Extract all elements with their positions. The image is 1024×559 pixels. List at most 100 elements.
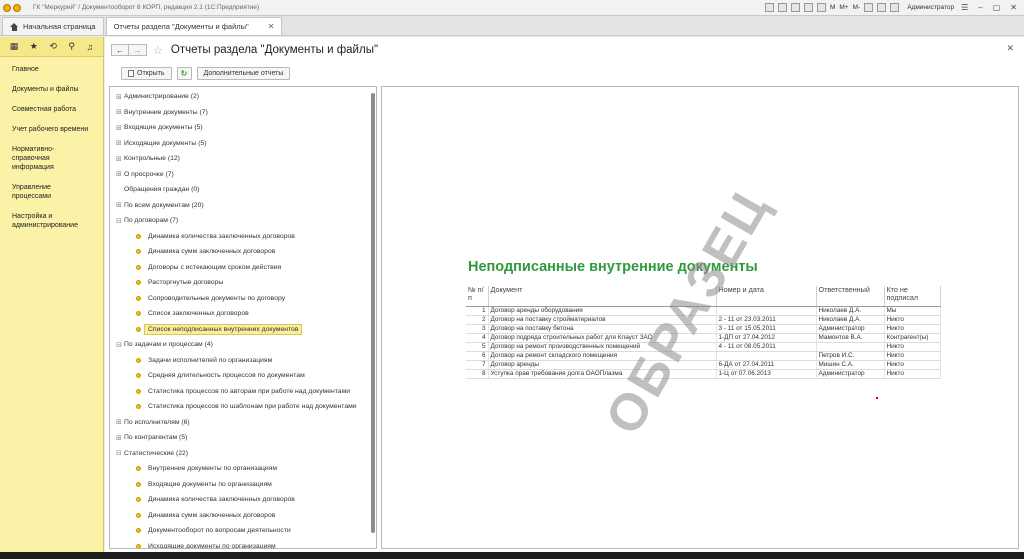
cell-responsible: Николаев Д.А.: [816, 315, 885, 325]
tree-report[interactable]: Статистика процессов по авторам при рабо…: [110, 384, 372, 400]
close-tab-icon[interactable]: ✕: [268, 22, 275, 31]
sidebar-item-main[interactable]: Главное: [0, 62, 103, 77]
sidebar-item-time-tracking[interactable]: Учет рабочего времени: [0, 122, 103, 137]
tree-report[interactable]: Расторгнутые договоры: [110, 275, 372, 291]
close-form-icon[interactable]: ✕: [1006, 43, 1014, 54]
tree-report[interactable]: Сопроводительные документы по договору: [110, 291, 372, 307]
expand-icon[interactable]: ⊞: [116, 434, 124, 442]
open-button-label: Открыть: [137, 70, 165, 77]
expand-icon[interactable]: ⊞: [116, 108, 124, 116]
tree-report-selected[interactable]: Список неподписанных внутренних документ…: [110, 322, 372, 338]
tree-group[interactable]: ⊞ Входящие документы (5): [110, 120, 372, 136]
collapse-icon[interactable]: ⊟: [116, 449, 124, 457]
add-favorite-star-icon[interactable]: ☆: [153, 44, 163, 57]
calculator-icon[interactable]: [816, 3, 826, 12]
expand-icon[interactable]: ⊞: [116, 93, 124, 101]
apps-grid-icon[interactable]: ▦: [10, 41, 19, 52]
calendar-icon[interactable]: [803, 3, 813, 12]
tree-group[interactable]: Обращения граждан (0): [110, 182, 372, 198]
tree-report[interactable]: Динамика сумм заключенных договоров: [110, 244, 372, 260]
reports-tree-panel[interactable]: ⊞ Администрирование (2) ⊞ Внутренние докуме…: [109, 86, 377, 549]
tree-report[interactable]: Список заключенных договоров: [110, 306, 372, 322]
notifications-bell-icon[interactable]: ♫: [86, 42, 93, 52]
memory-mplus-icon[interactable]: M+: [839, 4, 848, 11]
cell-responsible: Николаев Д.А.: [816, 306, 885, 316]
info-icon[interactable]: [877, 3, 887, 12]
tab-home[interactable]: Начальная страница: [2, 17, 104, 35]
tree-item-label: Список неподписанных внутренних документ…: [144, 323, 303, 335]
tree-group[interactable]: ⊞ Исходящие документы (5): [110, 136, 372, 152]
minimize-icon[interactable]: –: [975, 3, 985, 12]
sections-panel: ▦ ★ ⟲ ⚲ ♫ Главное Документы и файлы Совм…: [0, 37, 104, 559]
tree-group[interactable]: ⊞ Внутренние документы (7): [110, 105, 372, 121]
tree-scrollbar[interactable]: [371, 89, 375, 544]
tree-group[interactable]: ⊟ Статистические (22): [110, 446, 372, 462]
expand-icon[interactable]: ⊞: [116, 170, 124, 178]
expand-icon[interactable]: ⊞: [116, 124, 124, 132]
close-window-icon[interactable]: ✕: [1007, 3, 1020, 12]
sidebar-item-processes[interactable]: Управление процессами: [0, 180, 103, 204]
refresh-button[interactable]: ↻: [176, 67, 192, 80]
expand-icon[interactable]: ⊞: [116, 155, 124, 163]
report-bullet-icon: [136, 373, 141, 379]
tree-item-label: Исходящие документы (5): [124, 139, 207, 147]
cell-document: Уступка прав требования долга ОАОПлазма: [488, 369, 717, 379]
memory-m-icon[interactable]: M: [830, 4, 835, 11]
history-icon[interactable]: ⟲: [49, 41, 57, 52]
current-user[interactable]: Администратор: [907, 4, 954, 11]
favorites-star-icon[interactable]: ★: [30, 41, 38, 52]
report-preview-panel[interactable]: Неподписанные внутренние документы № п/п…: [381, 86, 1019, 549]
tree-report[interactable]: Внутренние документы по организациям: [110, 461, 372, 477]
back-button[interactable]: ←: [111, 44, 129, 56]
tree-group[interactable]: ⊞ По исполнителям (6): [110, 415, 372, 431]
tree-report[interactable]: Динамика сумм заключенных договоров: [110, 508, 372, 524]
search-icon[interactable]: ⚲: [68, 41, 75, 52]
tree-report[interactable]: Задачи исполнителей по организациям: [110, 353, 372, 369]
tree-report[interactable]: Динамика количества заключенных договоро…: [110, 229, 372, 245]
tree-item-label: По исполнителям (6): [124, 418, 190, 426]
tree-report[interactable]: Средняя длительность процессов по докуме…: [110, 368, 372, 384]
app-logo[interactable]: [3, 2, 23, 14]
cell-responsible: Администратор: [816, 324, 885, 334]
tree-report[interactable]: Исходящие документы по организациям: [110, 539, 372, 548]
tree-group[interactable]: ⊞ По всем документам (20): [110, 198, 372, 214]
forward-button[interactable]: →: [129, 44, 147, 56]
maximize-icon[interactable]: ▢: [990, 3, 1004, 12]
save-icon[interactable]: [777, 3, 787, 12]
tree-group[interactable]: ⊞ О просрочке (7): [110, 167, 372, 183]
additional-reports-button[interactable]: Дополнительные отчеты: [196, 67, 291, 80]
expand-icon[interactable]: ⊞: [116, 139, 124, 147]
tree-report[interactable]: Динамика количества заключенных договоро…: [110, 492, 372, 508]
tree-scrollbar-thumb[interactable]: [371, 93, 375, 533]
collapse-icon[interactable]: ⊟: [116, 217, 124, 225]
sidebar-item-reference[interactable]: Нормативно-справочная информация: [0, 142, 103, 175]
menu-icon[interactable]: ☰: [958, 3, 971, 12]
tree-group[interactable]: ⊞ Администрирование (2): [110, 89, 372, 105]
print-icon[interactable]: [790, 3, 800, 12]
tree-report[interactable]: Документооборот по вопросам деятельности: [110, 523, 372, 539]
collapse-icon[interactable]: ⊟: [116, 341, 124, 349]
app-menu-dropdown-icon[interactable]: [13, 3, 21, 12]
sidebar-item-collaboration[interactable]: Совместная работа: [0, 102, 103, 117]
cell-document: Договор на ремонт производственных помещ…: [488, 342, 717, 352]
expand-icon[interactable]: ⊞: [116, 201, 124, 209]
tree-group[interactable]: ⊟ По договорам (7): [110, 213, 372, 229]
sidebar-item-documents[interactable]: Документы и файлы: [0, 82, 103, 97]
tree-group[interactable]: ⊞ Контрольные (12): [110, 151, 372, 167]
app-menu-icon[interactable]: [3, 3, 11, 12]
tree-item-label: Динамика количества заключенных договоро…: [148, 232, 295, 240]
report-bullet-icon: [136, 404, 141, 410]
document-icon[interactable]: [764, 3, 774, 12]
tab-reports[interactable]: Отчеты раздела "Документы и файлы" ✕: [105, 17, 283, 35]
sidebar-item-settings[interactable]: Настройка и администрирование: [0, 209, 103, 233]
bell-icon[interactable]: [864, 3, 874, 12]
memory-mminus-icon[interactable]: M-: [853, 4, 861, 11]
expand-icon[interactable]: ⊞: [116, 418, 124, 426]
tree-report[interactable]: Статистика процессов по шаблонам при раб…: [110, 399, 372, 415]
tree-group[interactable]: ⊞ По контрагентам (5): [110, 430, 372, 446]
tree-group[interactable]: ⊟ По задачам и процессам (4): [110, 337, 372, 353]
report-bullet-icon: [136, 326, 141, 332]
open-button[interactable]: Открыть: [121, 67, 172, 80]
tree-report[interactable]: Входящие документы по организациям: [110, 477, 372, 493]
tree-report[interactable]: Договоры с истекающим сроком действия: [110, 260, 372, 276]
